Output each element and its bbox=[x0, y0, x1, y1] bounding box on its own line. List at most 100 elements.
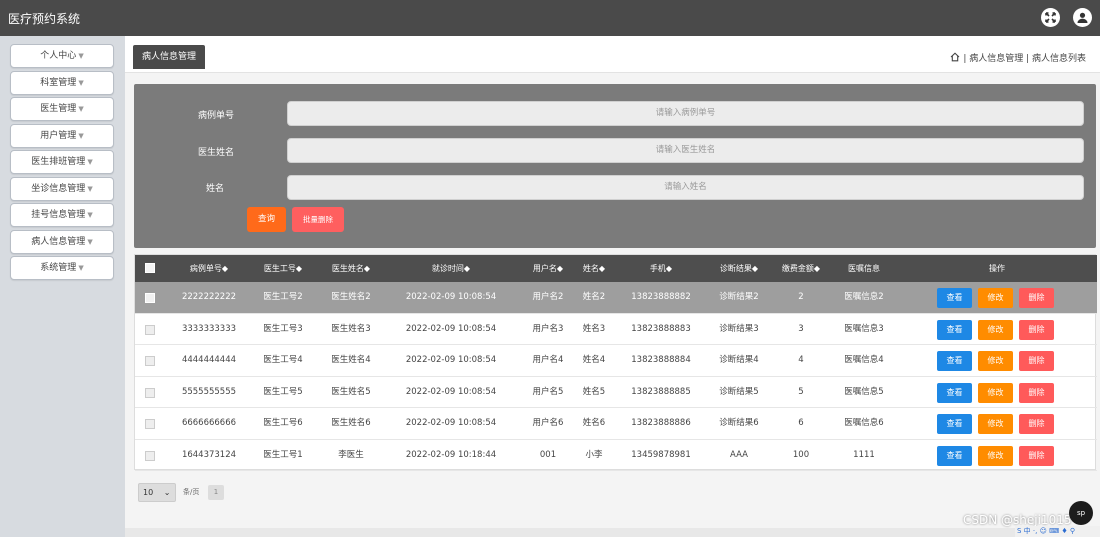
header-doctor-id[interactable]: 医生工号◆ bbox=[264, 255, 302, 282]
view-button[interactable]: 查看 bbox=[937, 319, 972, 340]
cell-case-no: 5555555555 bbox=[181, 386, 237, 397]
row-checkbox[interactable] bbox=[145, 356, 155, 366]
delete-button[interactable]: 删除 bbox=[1019, 445, 1054, 466]
row-checkbox[interactable] bbox=[145, 293, 155, 303]
chevron-down-icon: ▼ bbox=[87, 237, 93, 246]
cell-advice: 医嘱信息3 bbox=[844, 323, 884, 334]
edit-button[interactable]: 修改 bbox=[978, 382, 1013, 403]
table-row[interactable]: 3333333333 医生工号3 医生姓名3 2022-02-09 10:08:… bbox=[135, 314, 1097, 345]
view-button[interactable]: 查看 bbox=[937, 445, 972, 466]
edit-button[interactable]: 修改 bbox=[978, 319, 1013, 340]
cell-diagnosis: 诊断结果3 bbox=[719, 323, 759, 334]
main-content: 病人信息管理 | 病人信息管理 | 病人信息列表 病例单号 请输入病例单号 医生… bbox=[125, 36, 1100, 537]
row-checkbox[interactable] bbox=[145, 450, 155, 461]
cell-doctor-name: 医生姓名6 bbox=[331, 418, 371, 428]
view-button[interactable]: 查看 bbox=[937, 351, 972, 371]
table-row[interactable]: 1644373124 医生工号1 李医生 2022-02-09 10:18:44… bbox=[135, 440, 1097, 471]
name-input[interactable]: 请输入姓名 bbox=[287, 175, 1084, 200]
cell-name: 姓名4 bbox=[582, 355, 606, 365]
cell-doctor-name: 医生姓名4 bbox=[331, 355, 371, 365]
delete-button[interactable]: 删除 bbox=[1019, 414, 1054, 434]
header-payment[interactable]: 缴费金额◆ bbox=[782, 255, 820, 282]
select-all-checkbox[interactable] bbox=[145, 263, 155, 273]
doctor-name-label: 医生姓名 bbox=[197, 148, 234, 158]
cell-username: 用户名2 bbox=[532, 292, 564, 302]
table-row[interactable]: 2222222222 医生工号2 医生姓名2 2022-02-09 10:08:… bbox=[135, 282, 1097, 314]
edit-button[interactable]: 修改 bbox=[978, 288, 1013, 308]
cell-payment: 2 bbox=[798, 292, 804, 302]
sidebar-item-user[interactable]: 用户管理 ▼ bbox=[10, 123, 114, 148]
cell-payment: 3 bbox=[798, 323, 804, 334]
row-checkbox[interactable] bbox=[145, 387, 155, 398]
chevron-down-icon: ▼ bbox=[78, 131, 84, 140]
edit-button[interactable]: 修改 bbox=[978, 445, 1013, 466]
view-button[interactable]: 查看 bbox=[937, 414, 972, 434]
table-row[interactable]: 4444444444 医生工号4 医生姓名4 2022-02-09 10:08:… bbox=[135, 345, 1097, 377]
row-checkbox[interactable] bbox=[145, 324, 155, 335]
sidebar-item-personal-center[interactable]: 个人中心 ▼ bbox=[10, 44, 114, 68]
sidebar-item-registration[interactable]: 挂号信息管理 ▼ bbox=[10, 203, 114, 227]
cell-phone: 13459878981 bbox=[631, 449, 691, 460]
header-case-no[interactable]: 病例单号◆ bbox=[190, 255, 228, 282]
cell-name: 小李 bbox=[585, 449, 603, 460]
cell-visit-time: 2022-02-09 10:08:54 bbox=[405, 418, 497, 428]
sidebar-item-patient[interactable]: 病人信息管理 ▼ bbox=[10, 229, 114, 254]
breadcrumb: | 病人信息管理 | 病人信息列表 bbox=[950, 51, 1086, 65]
cell-payment: 6 bbox=[798, 418, 804, 428]
cell-visit-time: 2022-02-09 10:08:54 bbox=[405, 355, 497, 365]
page-button[interactable]: 1 bbox=[208, 485, 224, 500]
delete-button[interactable]: 删除 bbox=[1019, 288, 1054, 308]
doctor-name-input[interactable]: 请输入医生姓名 bbox=[287, 138, 1084, 163]
cell-phone: 13823888886 bbox=[631, 418, 691, 428]
table-row[interactable]: 5555555555 医生工号5 医生姓名5 2022-02-09 10:08:… bbox=[135, 377, 1097, 408]
user-icon[interactable] bbox=[1073, 8, 1092, 27]
horizontal-scrollbar[interactable] bbox=[125, 528, 1100, 537]
app-title: 医疗预约系统 bbox=[8, 12, 81, 26]
batch-delete-button[interactable]: 批量删除 bbox=[292, 207, 344, 232]
header-visit-time[interactable]: 就诊时间◆ bbox=[432, 255, 470, 282]
fullscreen-icon[interactable] bbox=[1041, 8, 1060, 27]
view-button[interactable]: 查看 bbox=[937, 288, 972, 308]
float-action-button[interactable]: sp bbox=[1069, 501, 1093, 525]
watermark: CSDN @sheji1015 bbox=[963, 513, 1072, 527]
case-no-input[interactable]: 请输入病例单号 bbox=[287, 101, 1084, 126]
header-doctor-name[interactable]: 医生姓名◆ bbox=[332, 255, 370, 282]
sidebar-item-department[interactable]: 科室管理 ▼ bbox=[10, 70, 114, 95]
header-username[interactable]: 用户名◆ bbox=[533, 255, 563, 282]
header-name[interactable]: 姓名◆ bbox=[583, 255, 605, 282]
cell-phone: 13823888885 bbox=[631, 386, 691, 397]
patient-table: 病例单号◆ 医生工号◆ 医生姓名◆ 就诊时间◆ 用户名◆ 姓名◆ 手机◆ 诊断结… bbox=[134, 254, 1097, 471]
query-button[interactable]: 查询 bbox=[247, 207, 286, 232]
cell-username: 001 bbox=[539, 449, 557, 460]
page-size-select[interactable]: 10 ⌄ bbox=[138, 483, 176, 502]
view-button[interactable]: 查看 bbox=[937, 382, 972, 403]
sidebar-item-doctor[interactable]: 医生管理 ▼ bbox=[10, 97, 114, 121]
chevron-down-icon: ▼ bbox=[78, 78, 84, 87]
cell-visit-time: 2022-02-09 10:18:44 bbox=[405, 449, 497, 460]
delete-button[interactable]: 删除 bbox=[1019, 351, 1054, 371]
sidebar-item-schedule[interactable]: 医生排班管理 ▼ bbox=[10, 150, 114, 174]
header-diagnosis[interactable]: 诊断结果◆ bbox=[720, 255, 758, 282]
chevron-down-icon: ▼ bbox=[78, 264, 84, 272]
tab-patient-info[interactable]: 病人信息管理 bbox=[133, 45, 206, 69]
cell-diagnosis: AAA bbox=[730, 449, 748, 460]
cell-advice: 医嘱信息6 bbox=[844, 418, 884, 428]
edit-button[interactable]: 修改 bbox=[978, 351, 1013, 371]
table-row[interactable]: 6666666666 医生工号6 医生姓名6 2022-02-09 10:08:… bbox=[135, 408, 1097, 440]
cell-phone: 13823888883 bbox=[631, 323, 691, 334]
delete-button[interactable]: 删除 bbox=[1019, 319, 1054, 340]
breadcrumb-text: 病人信息管理 | 病人信息列表 bbox=[969, 54, 1086, 64]
edit-button[interactable]: 修改 bbox=[978, 414, 1013, 434]
delete-button[interactable]: 删除 bbox=[1019, 382, 1054, 403]
row-checkbox[interactable] bbox=[145, 419, 155, 429]
sidebar-item-consultation[interactable]: 坐诊信息管理 ▼ bbox=[10, 176, 114, 201]
cell-advice: 医嘱信息4 bbox=[844, 355, 884, 365]
header-phone[interactable]: 手机◆ bbox=[650, 255, 672, 282]
sidebar-item-system[interactable]: 系统管理 ▼ bbox=[10, 256, 114, 280]
cell-payment: 4 bbox=[798, 355, 804, 365]
cell-doctor-name: 医生姓名3 bbox=[331, 323, 371, 334]
cell-case-no: 6666666666 bbox=[181, 418, 237, 428]
home-icon[interactable] bbox=[950, 52, 960, 65]
cell-diagnosis: 诊断结果6 bbox=[719, 418, 759, 428]
cell-doctor-id: 医生工号2 bbox=[263, 292, 303, 302]
